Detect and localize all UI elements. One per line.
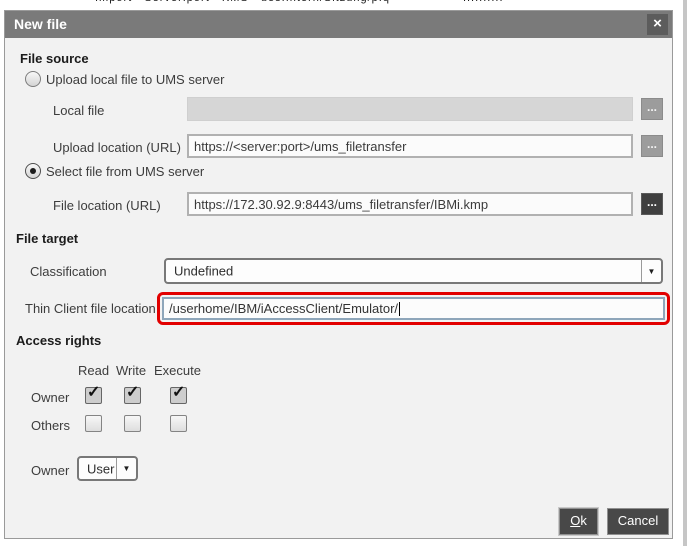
others-write-checkbox[interactable]: ✓ — [124, 415, 141, 432]
check-icon: ✓ — [126, 384, 140, 401]
owner-dropdown-value: User — [87, 461, 115, 476]
close-icon: × — [653, 15, 662, 32]
column-header-write: Write — [116, 363, 147, 378]
text-cursor — [399, 301, 401, 316]
local-file-browse-button[interactable]: ... — [641, 98, 663, 120]
background-scrollbar-strip — [683, 0, 687, 546]
upload-location-input[interactable] — [187, 134, 633, 158]
owner-dropdown[interactable]: User ▼ — [77, 456, 138, 481]
background-clipped-text: Import Server:port KMS ues.Intern/Sitzun… — [95, 0, 504, 4]
thin-client-location-value: /userhome/IBM/iAccessClient/Emulator/ — [169, 301, 399, 316]
others-row-label: Others — [31, 418, 71, 433]
cancel-button-label: Cancel — [617, 513, 659, 528]
owner-write-checkbox[interactable]: ✓ — [124, 384, 141, 404]
others-execute-checkbox[interactable]: ✓ — [170, 415, 187, 432]
access-rights-heading: Access rights — [16, 333, 102, 348]
check-icon: ✓ — [172, 384, 186, 401]
file-location-label: File location (URL) — [53, 198, 161, 213]
local-file-input — [187, 97, 633, 121]
local-file-label: Local file — [53, 103, 105, 118]
close-button[interactable]: × — [647, 14, 668, 35]
owner-execute-checkbox[interactable]: ✓ — [170, 384, 187, 404]
background-window-strip: Import Server:port KMS ues.Intern/Sitzun… — [0, 0, 681, 6]
owner-select-label: Owner — [31, 463, 70, 478]
file-target-heading: File target — [16, 231, 79, 246]
dialog-titlebar: New file — [5, 11, 672, 38]
check-icon: ✓ — [87, 384, 101, 401]
chevron-down-icon: ▼ — [116, 458, 136, 479]
select-from-ums-radio[interactable] — [25, 163, 41, 179]
classification-dropdown[interactable]: Undefined ▼ — [164, 258, 663, 284]
upload-location-label: Upload location (URL) — [53, 140, 181, 155]
others-read-checkbox[interactable]: ✓ — [85, 415, 102, 432]
column-header-read: Read — [78, 363, 110, 378]
chevron-down-icon: ▼ — [641, 260, 661, 282]
thin-client-location-input[interactable]: /userhome/IBM/iAccessClient/Emulator/ — [162, 297, 665, 320]
thin-client-location-highlight: /userhome/IBM/iAccessClient/Emulator/ — [157, 292, 670, 325]
file-location-browse-button[interactable]: ... — [641, 193, 663, 215]
file-location-input[interactable] — [187, 192, 633, 216]
upload-local-file-radio-label: Upload local file to UMS server — [46, 72, 225, 87]
upload-local-file-radio[interactable] — [25, 71, 41, 87]
column-header-execute: Execute — [154, 363, 201, 378]
classification-label: Classification — [30, 264, 107, 279]
file-source-heading: File source — [20, 51, 89, 66]
classification-value: Undefined — [174, 263, 234, 279]
thin-client-location-label: Thin Client file location — [25, 301, 156, 316]
upload-location-browse-button[interactable]: ... — [641, 135, 663, 157]
new-file-dialog: New file × File source Upload local file… — [4, 10, 673, 539]
cancel-button[interactable]: Cancel — [607, 508, 669, 535]
select-from-ums-radio-label: Select file from UMS server — [46, 164, 205, 179]
ok-button[interactable]: Ok — [559, 508, 598, 535]
owner-read-checkbox[interactable]: ✓ — [85, 384, 102, 404]
dialog-title: New file — [14, 16, 67, 32]
owner-row-label: Owner — [31, 390, 70, 405]
ok-button-label: Ok — [570, 513, 587, 528]
